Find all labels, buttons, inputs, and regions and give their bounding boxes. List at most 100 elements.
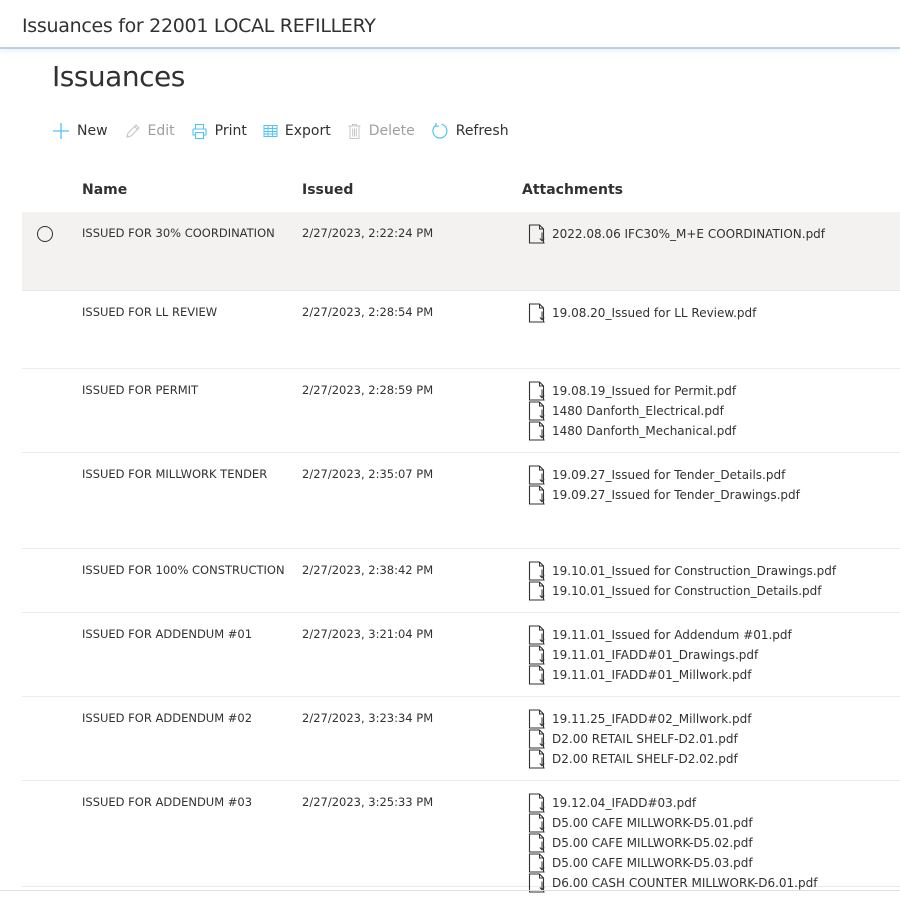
pencil-icon (125, 123, 140, 138)
issuances-table: Name Issued Attachments ISSUED FOR 30% C… (22, 172, 900, 893)
trash-icon (348, 123, 361, 139)
attachment-link[interactable]: 19.11.01_Issued for Addendum #01.pdf (527, 625, 792, 645)
attachment-link[interactable]: 1480 Danforth_Electrical.pdf (527, 401, 736, 421)
attachment-link[interactable]: 19.09.27_Issued for Tender_Drawings.pdf (527, 485, 800, 505)
plus-icon (53, 123, 69, 139)
table-row[interactable]: ISSUED FOR 100% CONSTRUCTION 2/27/2023, 2… (22, 549, 900, 613)
attachment-link[interactable]: D5.00 CAFE MILLWORK-D5.01.pdf (527, 813, 817, 833)
attachment-link[interactable]: 19.09.27_Issued for Tender_Details.pdf (527, 465, 800, 485)
row-attachments: 2022.08.06 IFC30%_M+E COORDINATION.pdf (527, 224, 825, 244)
attachment-filename[interactable]: D6.00 CASH COUNTER MILLWORK-D6.01.pdf (552, 876, 817, 890)
table-row[interactable]: ISSUED FOR ADDENDUM #01 2/27/2023, 3:21:0… (22, 613, 900, 697)
row-name[interactable]: ISSUED FOR ADDENDUM #03 (82, 795, 252, 809)
attachment-filename[interactable]: 19.12.04_IFADD#03.pdf (552, 796, 696, 810)
attachment-link[interactable]: D2.00 RETAIL SHELF-D2.01.pdf (527, 729, 751, 749)
row-name[interactable]: ISSUED FOR 100% CONSTRUCTION (82, 563, 285, 577)
new-label: New (77, 123, 108, 139)
column-header-issued[interactable]: Issued (302, 182, 353, 198)
file-download-icon (528, 813, 545, 833)
table-header: Name Issued Attachments (22, 172, 900, 212)
file-download-icon (528, 729, 545, 749)
file-download-icon (528, 581, 545, 601)
table-row[interactable]: ISSUED FOR ADDENDUM #02 2/27/2023, 3:23:3… (22, 697, 900, 781)
attachment-link[interactable]: 19.08.20_Issued for LL Review.pdf (527, 303, 756, 323)
attachment-filename[interactable]: 19.11.01_IFADD#01_Millwork.pdf (552, 668, 751, 682)
attachment-filename[interactable]: 19.10.01_Issued for Construction_Drawing… (552, 564, 836, 578)
edit-button[interactable]: Edit (124, 123, 175, 140)
attachment-filename[interactable]: D5.00 CAFE MILLWORK-D5.01.pdf (552, 816, 753, 830)
attachment-link[interactable]: 19.08.19_Issued for Permit.pdf (527, 381, 736, 401)
row-name[interactable]: ISSUED FOR 30% COORDINATION (82, 226, 275, 240)
attachment-link[interactable]: D5.00 CAFE MILLWORK-D5.02.pdf (527, 833, 817, 853)
row-name[interactable]: ISSUED FOR MILLWORK TENDER (82, 467, 267, 481)
attachment-link[interactable]: 19.11.01_IFADD#01_Drawings.pdf (527, 645, 792, 665)
attachment-filename[interactable]: 2022.08.06 IFC30%_M+E COORDINATION.pdf (552, 227, 825, 241)
row-issued-date: 2/27/2023, 3:25:33 PM (302, 795, 434, 809)
header-bar: Issuances for 22001 LOCAL REFILLERY (0, 0, 900, 49)
row-attachments: 19.11.01_Issued for Addendum #01.pdf 19.1… (527, 625, 792, 685)
attachment-filename[interactable]: 19.09.27_Issued for Tender_Drawings.pdf (552, 488, 800, 502)
attachment-filename[interactable]: 19.11.01_Issued for Addendum #01.pdf (552, 628, 792, 642)
attachment-link[interactable]: D5.00 CAFE MILLWORK-D5.03.pdf (527, 853, 817, 873)
attachment-link[interactable]: 19.12.04_IFADD#03.pdf (527, 793, 817, 813)
spreadsheet-icon (263, 125, 278, 137)
attachment-filename[interactable]: 1480 Danforth_Electrical.pdf (552, 404, 724, 418)
attachment-link[interactable]: 2022.08.06 IFC30%_M+E COORDINATION.pdf (527, 224, 825, 244)
table-row[interactable]: ISSUED FOR ADDENDUM #03 2/27/2023, 3:25:3… (22, 781, 900, 893)
attachment-filename[interactable]: 19.08.20_Issued for LL Review.pdf (552, 306, 756, 320)
attachment-filename[interactable]: D2.00 RETAIL SHELF-D2.01.pdf (552, 732, 738, 746)
row-issued-date: 2/27/2023, 2:28:54 PM (302, 305, 434, 319)
table-body: ISSUED FOR 30% COORDINATION 2/27/2023, 2:… (22, 212, 900, 893)
attachment-filename[interactable]: D2.00 RETAIL SHELF-D2.02.pdf (552, 752, 738, 766)
table-row[interactable]: ISSUED FOR MILLWORK TENDER 2/27/2023, 2:3… (22, 453, 900, 549)
row-attachments: 19.08.19_Issued for Permit.pdf 1480 Danfo… (527, 381, 736, 441)
export-button[interactable]: Export (263, 123, 331, 139)
attachment-filename[interactable]: D5.00 CAFE MILLWORK-D5.03.pdf (552, 856, 753, 870)
row-name[interactable]: ISSUED FOR LL REVIEW (82, 305, 217, 319)
attachment-filename[interactable]: 19.08.19_Issued for Permit.pdf (552, 384, 736, 398)
refresh-button[interactable]: Refresh (431, 122, 509, 140)
delete-button[interactable]: Delete (347, 123, 415, 140)
file-download-icon (528, 853, 545, 873)
row-name[interactable]: ISSUED FOR PERMIT (82, 383, 198, 397)
column-header-name[interactable]: Name (82, 182, 127, 198)
row-issued-date: 2/27/2023, 2:22:24 PM (302, 226, 434, 240)
attachment-filename[interactable]: 19.11.25_IFADD#02_Millwork.pdf (552, 712, 751, 726)
table-row[interactable]: ISSUED FOR PERMIT 2/27/2023, 2:28:59 PM 19… (22, 369, 900, 453)
attachment-link[interactable]: 19.11.25_IFADD#02_Millwork.pdf (527, 709, 751, 729)
row-name[interactable]: ISSUED FOR ADDENDUM #02 (82, 711, 252, 725)
row-name[interactable]: ISSUED FOR ADDENDUM #01 (82, 627, 252, 641)
attachment-filename[interactable]: 19.11.01_IFADD#01_Drawings.pdf (552, 648, 758, 662)
column-header-attachments[interactable]: Attachments (522, 182, 623, 198)
file-download-icon (528, 224, 545, 244)
attachment-filename[interactable]: D5.00 CAFE MILLWORK-D5.02.pdf (552, 836, 753, 850)
row-attachments: 19.09.27_Issued for Tender_Details.pdf 19… (527, 465, 800, 505)
attachment-filename[interactable]: 1480 Danforth_Mechanical.pdf (552, 424, 736, 438)
row-issued-date: 2/27/2023, 3:21:04 PM (302, 627, 434, 641)
table-row[interactable]: ISSUED FOR LL REVIEW 2/27/2023, 2:28:54 P… (22, 291, 900, 369)
printer-icon (192, 123, 207, 139)
file-download-icon (528, 485, 545, 505)
attachment-filename[interactable]: 19.09.27_Issued for Tender_Details.pdf (552, 468, 785, 482)
attachment-link[interactable]: 1480 Danforth_Mechanical.pdf (527, 421, 736, 441)
row-attachments: 19.08.20_Issued for LL Review.pdf (527, 303, 756, 323)
refresh-icon (432, 123, 448, 139)
row-attachments: 19.10.01_Issued for Construction_Drawing… (527, 561, 836, 601)
attachment-link[interactable]: 19.11.01_IFADD#01_Millwork.pdf (527, 665, 792, 685)
attachment-filename[interactable]: 19.10.01_Issued for Construction_Details… (552, 584, 822, 598)
attachment-link[interactable]: 19.10.01_Issued for Construction_Details… (527, 581, 836, 601)
file-download-icon (528, 749, 545, 769)
refresh-label: Refresh (455, 123, 509, 139)
row-issued-date: 2/27/2023, 2:38:42 PM (302, 563, 434, 577)
file-download-icon (528, 465, 545, 485)
attachment-link[interactable]: 19.10.01_Issued for Construction_Drawing… (527, 561, 836, 581)
print-button[interactable]: Print (191, 123, 247, 140)
attachment-link[interactable]: D2.00 RETAIL SHELF-D2.02.pdf (527, 749, 751, 769)
new-button[interactable]: New (52, 122, 108, 140)
table-row[interactable]: ISSUED FOR 30% COORDINATION 2/27/2023, 2:… (22, 212, 900, 291)
file-download-icon (528, 665, 545, 685)
delete-label: Delete (368, 123, 415, 139)
row-select-radio[interactable] (37, 226, 53, 242)
print-label: Print (214, 123, 247, 139)
file-download-icon (528, 381, 545, 401)
